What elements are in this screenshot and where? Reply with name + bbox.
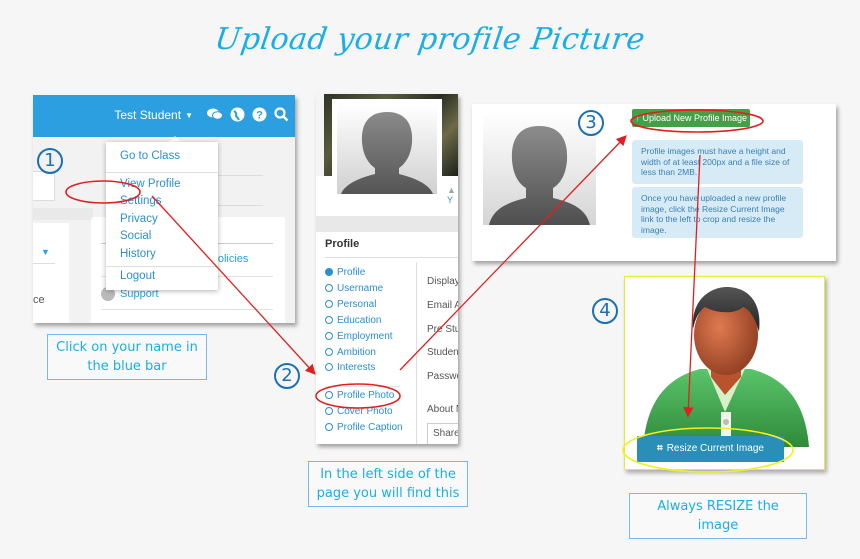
screenshot-panel-upload: ↑ Upload New Profile Image Profile images… (472, 104, 836, 261)
radio-icon (325, 316, 333, 324)
menu-item-privacy[interactable]: Privacy (120, 213, 158, 225)
field-label-pre-student: Pre Stu (427, 324, 458, 335)
caption-step-4: Always RESIZE the image (629, 493, 807, 539)
menu-item-settings[interactable]: Settings (120, 195, 162, 207)
radio-selected-icon (325, 268, 333, 276)
nav-item-cover-photo[interactable]: Cover Photo (325, 406, 393, 417)
menu-item-history[interactable]: History (120, 248, 156, 260)
nav-item-interests[interactable]: Interests (325, 362, 375, 373)
help-icon[interactable]: ? (251, 107, 267, 123)
nav-item-profile-photo[interactable]: Profile Photo (325, 390, 394, 401)
search-icon[interactable] (273, 107, 289, 123)
section-heading: Profile (325, 238, 360, 250)
divider (416, 262, 417, 444)
field-label-email: Email A (427, 300, 458, 311)
silhouette-icon (341, 112, 433, 194)
info-size-requirements: Profile images must have a height and wi… (632, 140, 803, 184)
step-marker-3: 3 (578, 110, 604, 136)
field-label-password: Passwo (427, 371, 458, 382)
user-dropdown-menu: Go to Class View Profile Settings Privac… (106, 142, 218, 290)
divider (101, 309, 273, 310)
info-resize-instructions: Once you have uploaded a new profile ima… (632, 187, 803, 238)
nav-item-profile[interactable]: Profile (325, 267, 365, 278)
menu-divider (106, 266, 218, 267)
divider (33, 263, 55, 264)
nav-item-ambition[interactable]: Ambition (325, 347, 376, 358)
background-band (316, 216, 458, 232)
radio-icon (325, 300, 333, 308)
nav-item-education[interactable]: Education (325, 315, 381, 326)
field-label-about-me: About M (427, 404, 458, 415)
radio-icon (325, 332, 333, 340)
username-label: Test Student (114, 108, 182, 122)
arrow-up-icon: ↑ (634, 113, 640, 123)
radio-icon (325, 284, 333, 292)
step-marker-4: 4 (592, 298, 618, 324)
svg-text:?: ? (256, 110, 263, 122)
divider (325, 386, 400, 387)
user-icon: ▲ Y (447, 185, 456, 205)
upload-new-profile-image-button[interactable]: ↑ Upload New Profile Image (632, 109, 750, 127)
step-marker-2: 2 (274, 363, 300, 389)
share-input[interactable]: Share (427, 423, 458, 444)
step-marker-1: 1 (37, 148, 63, 174)
nav-item-employment[interactable]: Employment (325, 331, 393, 342)
divider (213, 175, 263, 176)
caption-step-1: Click on your name in the blue bar (47, 334, 207, 380)
menu-item-social[interactable]: Social (120, 230, 151, 242)
nav-item-personal[interactable]: Personal (325, 299, 376, 310)
caret-down-icon: ▼ (185, 111, 193, 120)
radio-icon (325, 348, 333, 356)
radio-icon (325, 363, 333, 371)
user-menu-toggle[interactable]: Test Student ▼ (114, 108, 193, 122)
background-card (33, 223, 69, 323)
nav-item-profile-caption[interactable]: Profile Caption (325, 422, 403, 433)
background-band (33, 208, 93, 220)
radio-icon (325, 407, 333, 415)
menu-item-logout[interactable]: Logout (120, 270, 155, 282)
divider (213, 205, 263, 206)
divider (325, 257, 458, 258)
avatar-placeholder (337, 104, 437, 194)
menu-item-go-to-class[interactable]: Go to Class (120, 150, 180, 162)
chat-icon[interactable] (207, 107, 223, 123)
background-box (33, 171, 55, 201)
crop-icon: ⌗ (657, 443, 663, 454)
caption-step-2: In the left side of the page you will fi… (308, 461, 468, 507)
screenshot-panel-resize: ⌗ Resize Current Image (624, 276, 825, 470)
nav-item-username[interactable]: Username (325, 283, 383, 294)
field-label-student: Student (427, 347, 458, 358)
screenshot-panel-profile-settings: ▲ Y Profile Profile Username Personal Ed… (316, 94, 458, 444)
globe-icon[interactable] (229, 107, 245, 123)
page-title: Upload your profile Picture (212, 22, 648, 57)
menu-divider (106, 172, 218, 173)
radio-icon (325, 391, 333, 399)
resize-current-image-button[interactable]: ⌗ Resize Current Image (637, 436, 784, 462)
radio-icon (325, 423, 333, 431)
screenshot-panel-navbar: Test Student▼ ? ▼ ce neral Policies Supp… (33, 95, 295, 323)
caret-down-icon[interactable]: ▼ (41, 247, 50, 257)
menu-item-view-profile[interactable]: View Profile (120, 178, 181, 190)
field-label-display: Display (427, 276, 458, 287)
partial-text: ce (33, 294, 45, 306)
